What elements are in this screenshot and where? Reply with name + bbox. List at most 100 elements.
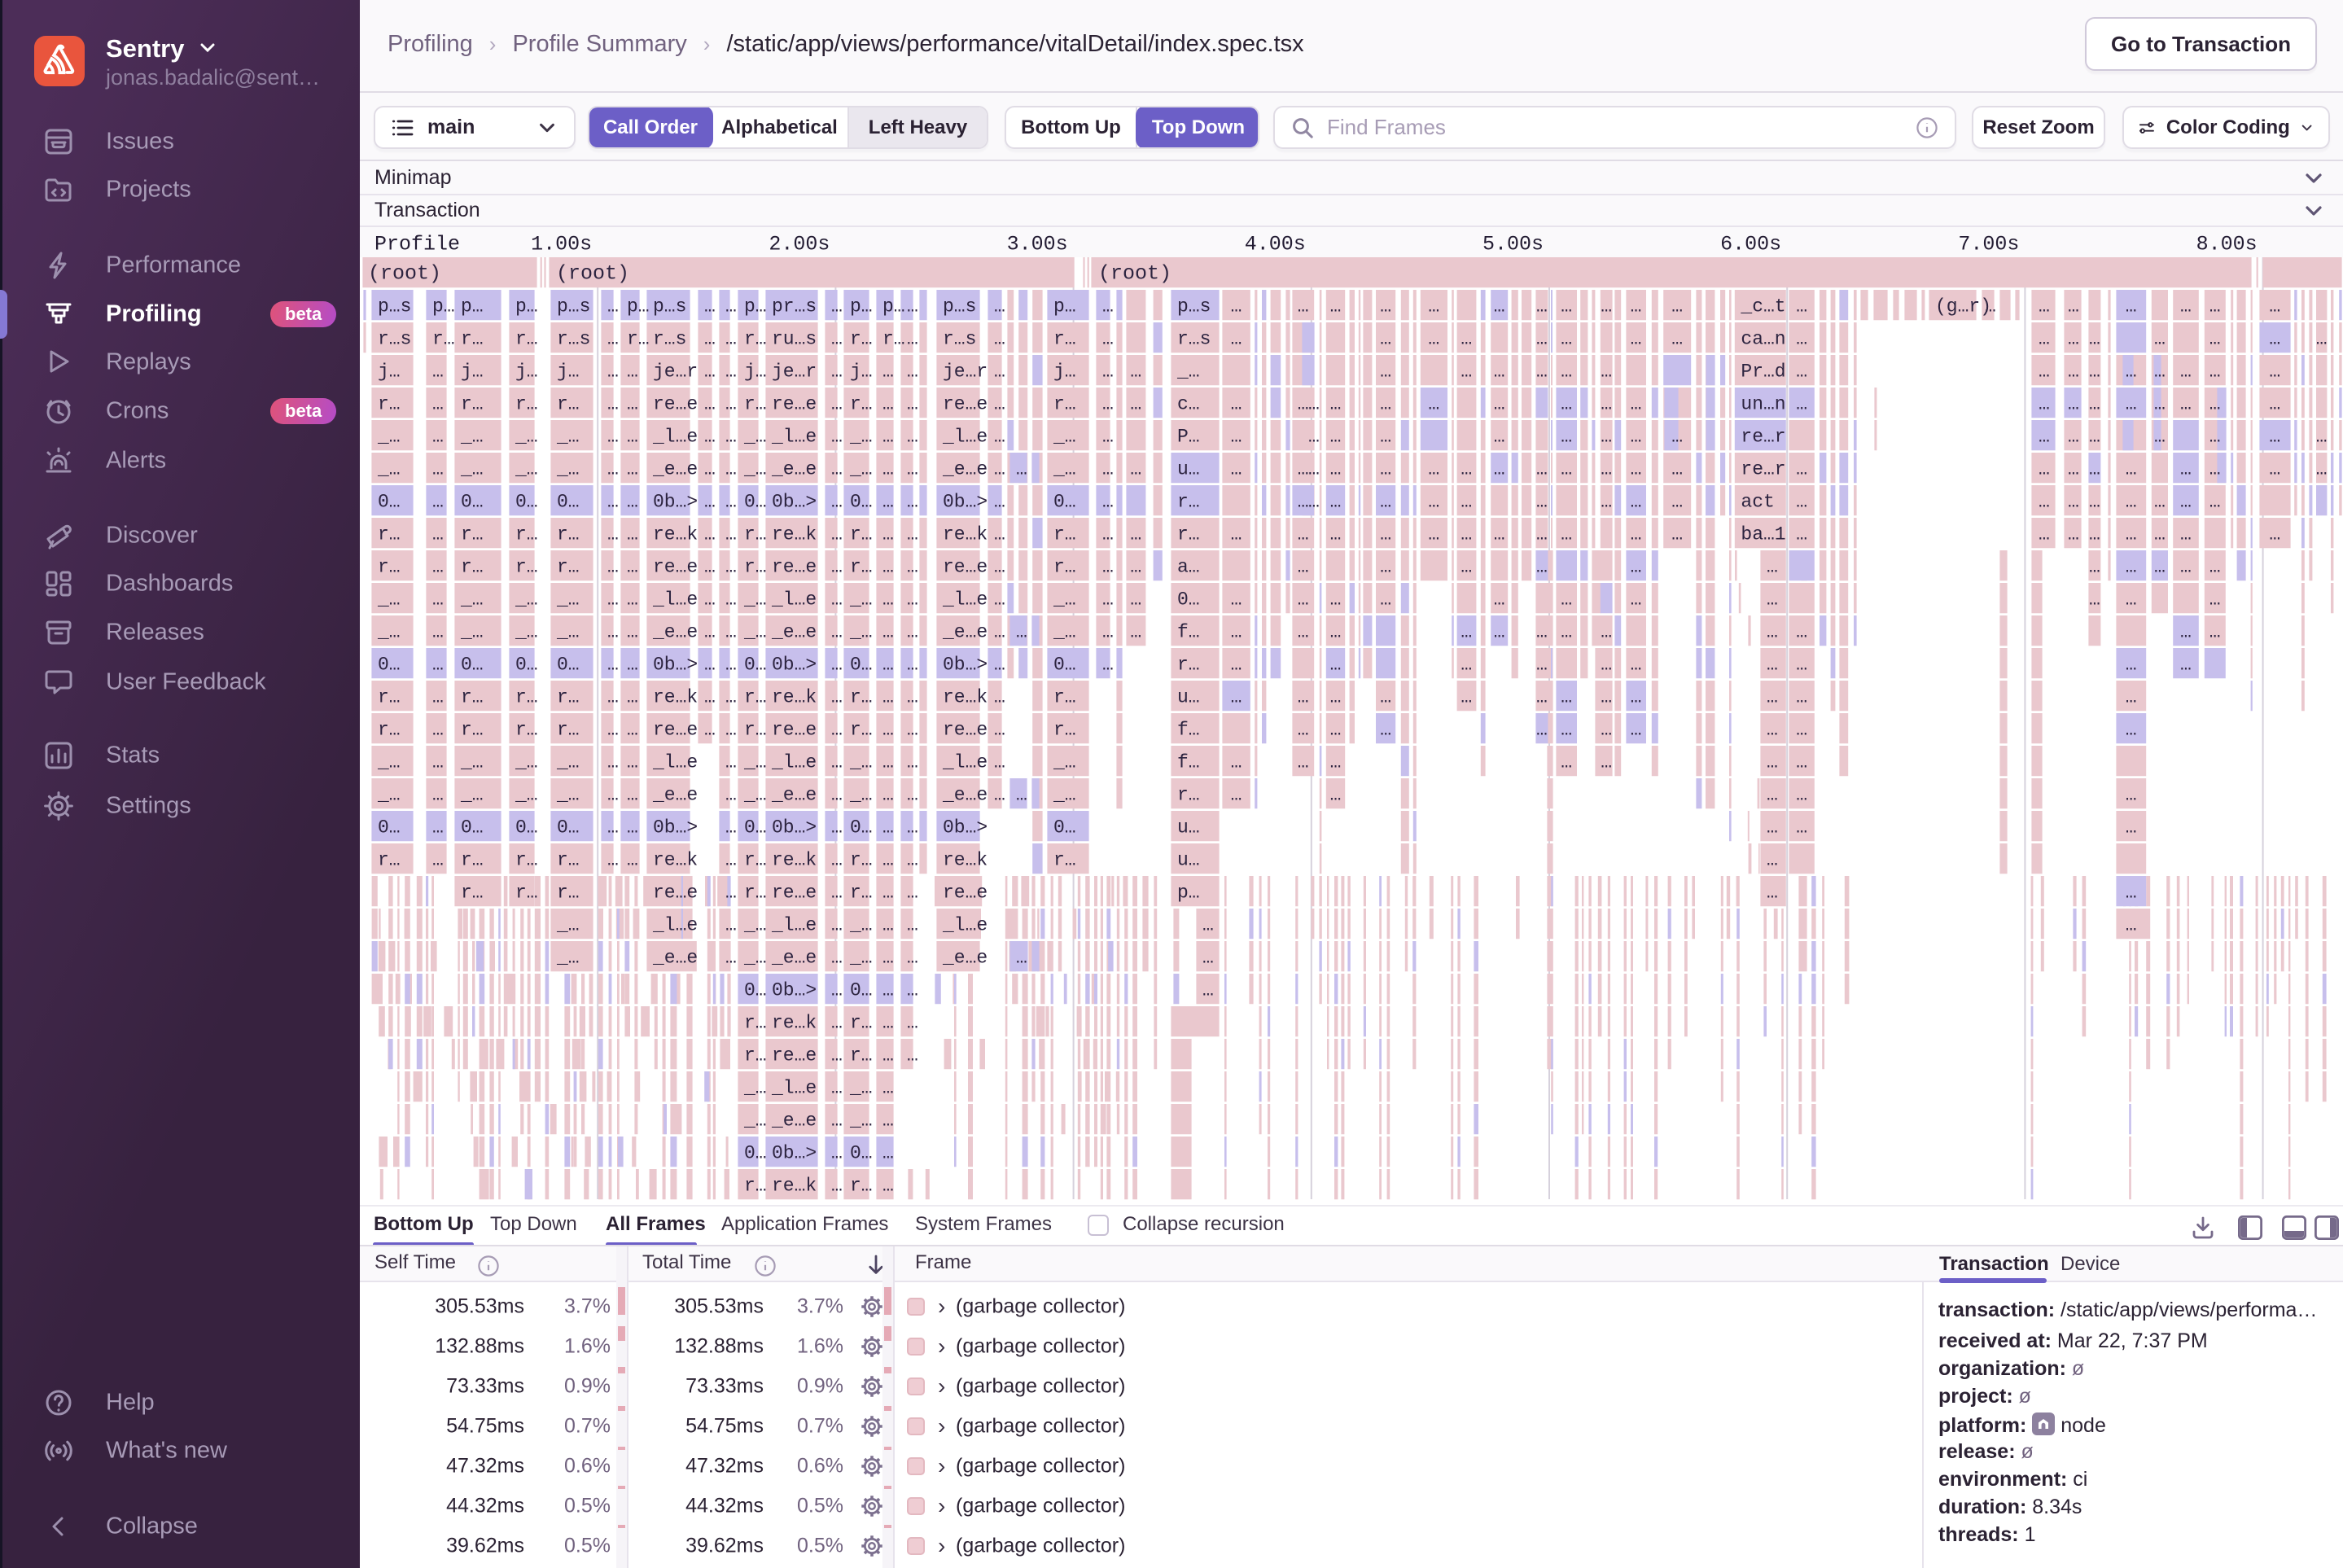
svg-text:…: … [432, 458, 444, 480]
svg-text:…: … [2039, 458, 2050, 480]
svg-text:…: … [1601, 361, 1612, 382]
svg-text:…: … [2154, 393, 2166, 414]
svg-text:r…: r… [461, 393, 484, 414]
svg-text:…: … [2126, 491, 2137, 512]
svg-text:…: … [1428, 296, 1439, 317]
svg-text:re…e: re…e [653, 719, 698, 740]
svg-text:…: … [627, 556, 638, 577]
svg-text:…: … [432, 491, 444, 512]
svg-text:…: … [1985, 296, 1996, 317]
svg-text:…: … [2126, 914, 2137, 935]
svg-text:…: … [907, 654, 918, 675]
svg-text:r…: r… [515, 849, 538, 870]
svg-text:r…: r… [557, 393, 580, 414]
svg-text:_…: _… [849, 458, 873, 480]
svg-text:…: … [2154, 491, 2166, 512]
svg-text:f…: f… [1177, 751, 1200, 773]
svg-text:p…: p… [1177, 882, 1200, 903]
svg-text:…: … [627, 361, 638, 382]
svg-text:…: … [432, 426, 444, 447]
svg-text:p…: p… [882, 296, 905, 317]
svg-text:…: … [1536, 556, 1548, 577]
svg-text:…: … [1330, 426, 1342, 447]
svg-text:…: … [882, 491, 894, 512]
svg-text:…: … [704, 589, 716, 610]
svg-text:…: … [607, 654, 619, 675]
svg-text:r…: r… [850, 849, 873, 870]
svg-text:_…: _… [556, 947, 580, 968]
svg-text:0…: 0… [744, 654, 767, 675]
svg-text:…: … [882, 1012, 894, 1033]
svg-text:…: … [1494, 426, 1505, 447]
svg-text:re…r: re…r [1741, 426, 1785, 447]
svg-text:…: … [1102, 426, 1114, 447]
svg-text:r…: r… [1053, 523, 1076, 545]
svg-text:…: … [2126, 556, 2137, 577]
svg-text:…: … [1671, 458, 1683, 480]
svg-text:…: … [1631, 686, 1642, 707]
svg-text:…: … [2126, 882, 2137, 903]
svg-text:…: … [994, 491, 1005, 512]
svg-text:p…s: p…s [378, 296, 411, 317]
svg-text:…: … [882, 621, 894, 642]
svg-text:r…: r… [461, 686, 484, 707]
svg-text:ba…1: ba…1 [1741, 523, 1785, 545]
svg-text:…: … [1231, 328, 1242, 349]
svg-text:…: … [1461, 328, 1472, 349]
svg-text:…: … [1330, 589, 1342, 610]
svg-text:re…e: re…e [772, 882, 817, 903]
svg-text:…: … [1631, 491, 1642, 512]
svg-text:u…: u… [1177, 849, 1200, 870]
svg-text:_l…e: _l…e [652, 751, 698, 773]
svg-text:0…: 0… [850, 817, 873, 838]
svg-text:…: … [1767, 556, 1778, 577]
svg-text:…: … [1428, 523, 1439, 545]
svg-text:r…: r… [744, 523, 767, 545]
svg-text:…: … [1202, 979, 1214, 1001]
svg-text:_…: _… [849, 589, 873, 610]
svg-text:0…: 0… [850, 1142, 873, 1163]
svg-text:…: … [2126, 719, 2137, 740]
svg-text:c…: c… [1177, 393, 1200, 414]
svg-text:…: … [2180, 393, 2192, 414]
svg-text:…: … [1016, 458, 1027, 480]
svg-text:…: … [1461, 556, 1472, 577]
svg-text:_…: _… [1053, 426, 1076, 447]
svg-text:…: … [907, 947, 918, 968]
svg-text:…: … [1330, 621, 1342, 642]
svg-text:r…: r… [1177, 523, 1200, 545]
svg-text:_…: _… [515, 458, 538, 480]
svg-text:…: … [882, 458, 894, 480]
svg-text:…: … [1298, 523, 1309, 545]
svg-text:_…: _… [849, 1110, 873, 1131]
svg-text:…: … [1231, 426, 1242, 447]
svg-text:_…: _… [743, 784, 767, 805]
svg-text:…: … [1428, 491, 1439, 512]
svg-text:…: … [607, 361, 619, 382]
svg-text:…: … [1601, 393, 1612, 414]
svg-text:_…: _… [556, 589, 580, 610]
svg-text:0b…>: 0b…> [772, 491, 817, 512]
svg-text:…: … [1298, 556, 1309, 577]
svg-text:r…: r… [850, 882, 873, 903]
svg-text:…: … [1130, 523, 1141, 545]
svg-text:…: … [1561, 523, 1572, 545]
svg-text:…: … [882, 1142, 894, 1163]
svg-text:…: … [882, 979, 894, 1001]
svg-text:_e…e: _e…e [771, 621, 817, 642]
svg-text:…: … [1631, 654, 1642, 675]
svg-text:r…: r… [1177, 491, 1200, 512]
svg-text:…: … [1231, 686, 1242, 707]
svg-text:0b…>: 0b…> [653, 654, 698, 675]
svg-text:…: … [1102, 296, 1114, 317]
svg-text:r…: r… [850, 328, 873, 349]
svg-text:j…: j… [850, 361, 873, 382]
svg-text:…: … [2180, 621, 2192, 642]
svg-text:0…: 0… [515, 654, 538, 675]
svg-text:…: … [994, 621, 1005, 642]
svg-text:…: … [704, 296, 716, 317]
svg-text:…: … [831, 882, 843, 903]
svg-text:…: … [2126, 458, 2137, 480]
svg-text:act: act [1741, 491, 1774, 512]
svg-text:…: … [1561, 686, 1572, 707]
